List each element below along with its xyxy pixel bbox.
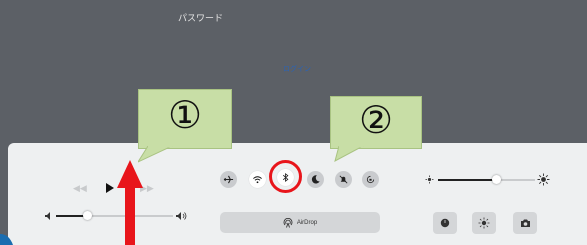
play-icon[interactable] xyxy=(106,183,114,193)
callout-2-tail xyxy=(334,146,364,162)
timer-button[interactable] xyxy=(433,212,457,234)
timer-icon xyxy=(440,218,450,228)
wifi-toggle[interactable] xyxy=(249,171,266,188)
corner-accent xyxy=(0,234,13,245)
callout-1-number: ① xyxy=(167,93,203,137)
rewind-icon[interactable]: ◀◀ xyxy=(73,183,87,194)
volume-low-icon xyxy=(45,212,50,220)
airdrop-button[interactable]: AirDrop xyxy=(220,212,380,233)
brightness-low-icon xyxy=(425,175,434,184)
airplane-icon xyxy=(223,175,234,184)
bell-slash-icon xyxy=(339,175,348,184)
swipe-up-arrow-icon xyxy=(117,160,143,245)
airdrop-icon xyxy=(283,217,293,228)
rotation-lock-toggle[interactable] xyxy=(362,171,379,188)
airplane-mode-toggle[interactable] xyxy=(220,171,237,188)
camera-button[interactable] xyxy=(513,212,537,234)
moon-icon xyxy=(311,175,320,184)
bluetooth-highlight-ring xyxy=(269,160,302,193)
volume-slider-knob[interactable] xyxy=(83,211,93,220)
brightness-high-icon xyxy=(537,173,550,186)
silent-toggle[interactable] xyxy=(335,171,352,188)
wifi-icon xyxy=(253,176,262,184)
do-not-disturb-toggle[interactable] xyxy=(307,171,324,188)
night-shift-button[interactable] xyxy=(472,212,496,234)
rotation-lock-icon xyxy=(366,175,375,184)
callout-1: ① xyxy=(138,89,232,149)
brightness-slider-fill xyxy=(438,179,497,181)
callout-2-number: ② xyxy=(358,98,394,142)
volume-high-icon xyxy=(176,212,187,220)
airdrop-label: AirDrop xyxy=(296,219,318,226)
callout-2: ② xyxy=(330,96,422,149)
password-label: パスワード xyxy=(178,13,224,23)
camera-icon xyxy=(520,219,530,227)
login-link[interactable]: ログイン xyxy=(283,64,311,74)
brightness-slider-knob[interactable] xyxy=(491,175,501,184)
sun-icon xyxy=(478,217,490,229)
